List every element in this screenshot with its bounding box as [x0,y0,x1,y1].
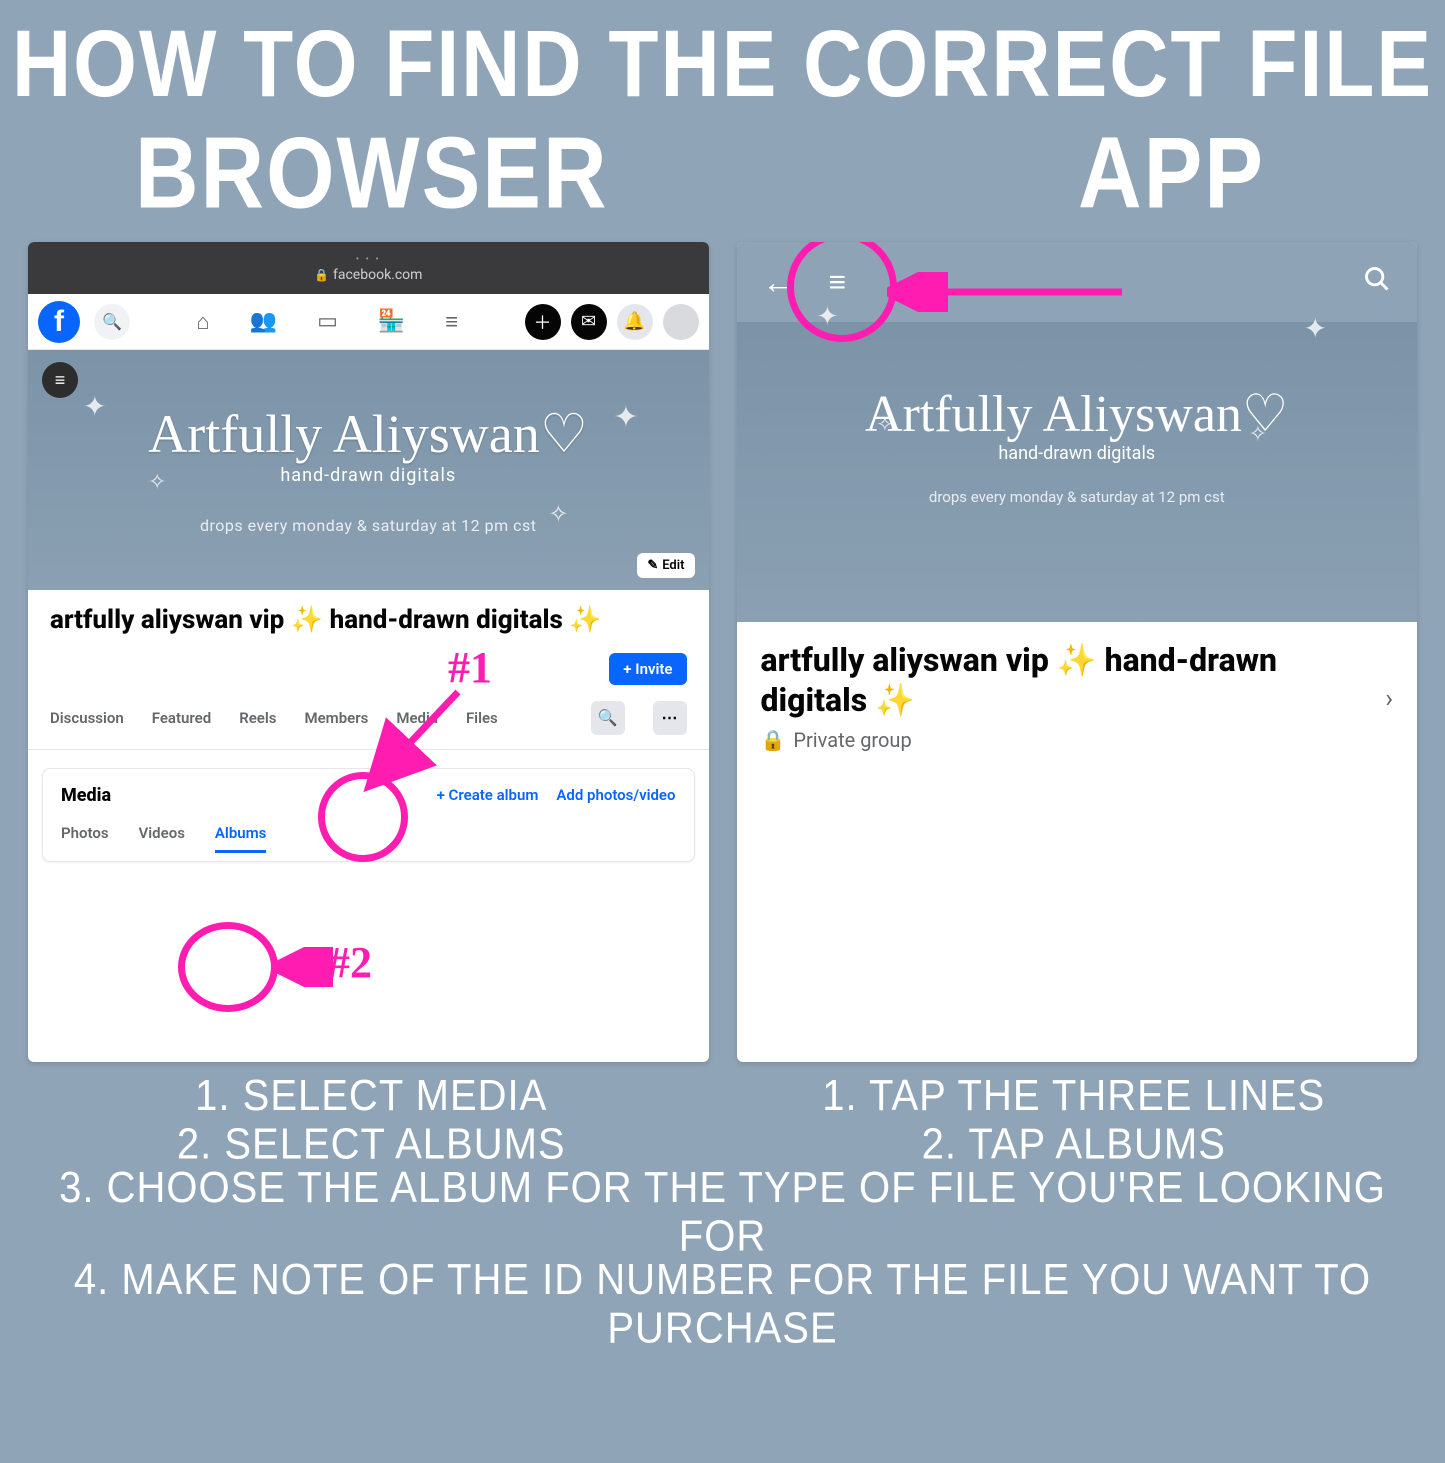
privacy-row: 🔒 Private group [761,728,1394,752]
plus-button[interactable]: ＋ [525,304,561,340]
app-step-2: 2. TAP ALBUMS [743,1120,1406,1168]
browser-step-1: 1. SELECT MEDIA [40,1072,703,1120]
lock-icon: 🔒 [314,268,329,282]
facebook-topbar: f 🔍 ⌂ 👥 ▭ 🏪 ≡ ＋ ✉ 🔔 [28,294,709,350]
group-menu-button[interactable]: ≡ [42,362,78,398]
tab-files[interactable]: Files [466,709,498,727]
step-3: 3. CHOOSE THE ALBUM FOR THE TYPE OF FILE… [0,1164,1445,1261]
annotation-2-circle [178,922,278,1012]
tab-reels[interactable]: Reels [239,709,276,727]
subtab-albums[interactable]: Albums [215,824,266,853]
app-cover: ✦ ✦ ✧ ✧ Artfully Aliyswan♡ hand-drawn di… [737,322,1418,622]
media-card: Media + Create album Add photos/video Ph… [42,768,695,862]
home-icon[interactable]: ⌂ [196,309,209,335]
app-group-title: artfully aliyswan vip ✨ hand-drawn digit… [761,640,1376,720]
add-photos-link[interactable]: Add photos/video [556,786,675,804]
more-icon: ⋯ [662,708,678,727]
create-album-link[interactable]: + Create album [437,786,539,804]
lock-icon: 🔒 [761,728,786,752]
notifications-button[interactable]: 🔔 [617,304,653,340]
marketplace-icon[interactable]: 🏪 [378,309,405,335]
subtab-videos[interactable]: Videos [139,824,185,853]
page-title: HOW TO FIND THE CORRECT FILE [0,11,1445,119]
group-title: artfully aliyswan vip ✨ hand-drawn digit… [50,604,687,637]
cover-sub: hand-drawn digitals [28,465,709,486]
subtab-photos[interactable]: Photos [61,824,109,853]
chevron-right-icon: › [1385,684,1393,714]
tab-more-button[interactable]: ⋯ [653,701,687,735]
annotation-2-arrow-icon [273,947,333,987]
instructions: 1. SELECT MEDIA 2. SELECT ALBUMS 1. TAP … [0,1076,1445,1348]
app-panel: ← ≡ ✦ ✦ ✧ ✧ Artfully Aliyswan♡ hand-draw… [737,242,1418,1062]
hamburger-menu-icon[interactable]: ≡ [829,275,846,290]
app-label: APP [1078,114,1265,231]
app-search-icon[interactable] [1363,265,1391,300]
privacy-label: Private group [793,728,911,752]
url-text: facebook.com [333,267,422,283]
tab-search-button[interactable]: 🔍 [591,701,625,735]
tab-media[interactable]: Media [396,709,438,727]
account-avatar[interactable] [663,304,699,340]
tab-discussion[interactable]: Discussion [50,709,124,727]
friends-icon[interactable]: 👥 [250,309,277,335]
app-step-1: 1. TAP THE THREE LINES [743,1072,1406,1120]
tab-featured[interactable]: Featured [152,709,211,727]
browser-label: BROWSER [135,114,609,231]
cover-script: Artfully Aliyswan♡ [28,350,709,459]
menu-icon[interactable]: ≡ [445,309,458,335]
facebook-logo-icon[interactable]: f [38,301,80,343]
group-cover: ✦ ✧ ✦ ✧ Artfully Aliyswan♡ hand-drawn di… [28,350,709,590]
watch-icon[interactable]: ▭ [317,309,338,335]
app-cover-sub: hand-drawn digitals [737,443,1418,464]
cover-drops: drops every monday & saturday at 12 pm c… [28,516,709,535]
invite-button[interactable]: + Invite [609,653,686,685]
group-tabs: Discussion Featured Reels Members Media … [28,693,709,750]
browser-panel: • • • 🔒facebook.com f 🔍 ⌂ 👥 ▭ 🏪 ≡ ＋ ✉ 🔔 [28,242,709,1062]
app-group-title-row[interactable]: artfully aliyswan vip ✨ hand-drawn digit… [761,640,1394,720]
back-arrow-icon[interactable]: ← [763,263,795,301]
browser-url-bar: • • • 🔒facebook.com [28,242,709,294]
search-icon: 🔍 [598,708,618,727]
annotation-2-label: #2 [328,937,372,988]
edit-cover-button[interactable]: ✎ Edit [637,553,694,578]
app-topbar: ← ≡ [737,242,1418,322]
search-icon: 🔍 [102,312,122,331]
tab-members[interactable]: Members [304,709,368,727]
app-cover-drops: drops every monday & saturday at 12 pm c… [737,488,1418,506]
messenger-button[interactable]: ✉ [571,304,607,340]
search-button[interactable]: 🔍 [94,304,130,340]
media-title: Media [61,785,111,806]
browser-step-2: 2. SELECT ALBUMS [40,1120,703,1168]
step-4: 4. MAKE NOTE OF THE ID NUMBER FOR THE FI… [0,1256,1445,1353]
